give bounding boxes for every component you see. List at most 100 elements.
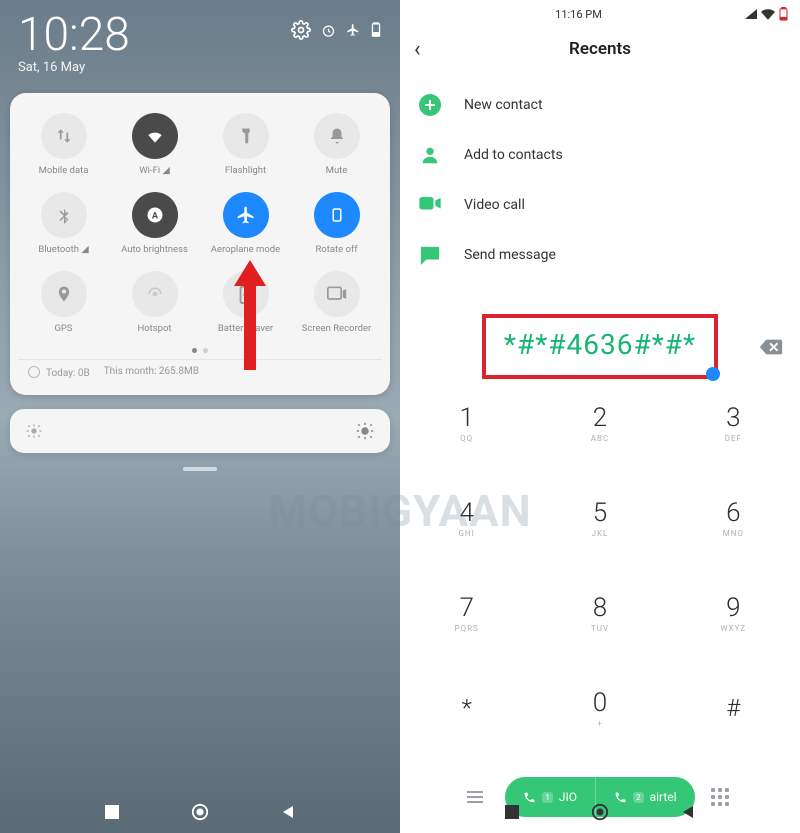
key-*[interactable]: *: [400, 674, 533, 742]
contact-options: New contact Add to contacts Video call S…: [400, 74, 800, 286]
nav-back-icon[interactable]: [681, 805, 695, 819]
key-8[interactable]: 8 TUV: [533, 579, 666, 647]
qs-tile-rotate[interactable]: Rotate off: [291, 186, 382, 261]
brightness-slider[interactable]: [10, 409, 390, 453]
status-time: 11:16 PM: [555, 8, 602, 21]
key-9[interactable]: 9 WXYZ: [667, 579, 800, 647]
qs-label: Auto brightness: [121, 244, 188, 255]
cursor-handle[interactable]: [706, 367, 720, 381]
key-digit: *: [462, 694, 472, 722]
nav-home-icon[interactable]: [191, 803, 209, 821]
key-2[interactable]: 2 ABC: [533, 389, 666, 457]
key-letters: TUV: [591, 624, 609, 633]
qs-tile-gps[interactable]: GPS: [18, 265, 109, 340]
person-icon: [418, 143, 442, 167]
qs-tile-hotspot[interactable]: Hotspot: [109, 265, 200, 340]
data-today: Today: 0B: [28, 366, 90, 379]
status-bar-right: 11:16 PM: [400, 0, 800, 24]
key-5[interactable]: 5 JKL: [533, 484, 666, 552]
bluetooth-icon: [41, 192, 87, 238]
status-icons: [291, 20, 382, 40]
page-indicator: [18, 348, 382, 353]
nav-home-icon[interactable]: [591, 803, 609, 821]
svg-text:A: A: [151, 211, 158, 221]
drag-handle[interactable]: [183, 467, 217, 471]
key-3[interactable]: 3 DEF: [667, 389, 800, 457]
qs-label: Wi-Fi ◢: [139, 165, 170, 176]
airplane-icon: [223, 192, 269, 238]
flashlight-icon: [223, 113, 269, 159]
key-digit: 1: [459, 403, 473, 433]
phone-right-dialer: 11:16 PM ‹ Recents New contact Add to co…: [400, 0, 800, 833]
key-4[interactable]: 4 GHI: [400, 484, 533, 552]
qs-label: Rotate off: [315, 244, 357, 255]
key-#[interactable]: #: [667, 674, 800, 742]
qs-tile-bluetooth[interactable]: Bluetooth ◢: [18, 186, 109, 261]
qs-tile-flashlight[interactable]: Flashlight: [200, 107, 291, 182]
key-digit: 2: [593, 403, 607, 433]
key-digit: 4: [459, 498, 473, 528]
rotate-icon: [314, 192, 360, 238]
qs-tile-data-swap[interactable]: Mobile data: [18, 107, 109, 182]
data-swap-icon: [41, 113, 87, 159]
annotation-highlight-box: *#*#4636#*#*: [482, 314, 718, 379]
qs-tile-airplane[interactable]: Aeroplane mode: [200, 186, 291, 261]
key-digit: 3: [726, 403, 740, 433]
key-letters: MNO: [723, 529, 744, 538]
qs-label: Screen Recorder: [302, 323, 371, 334]
wifi-icon: [132, 113, 178, 159]
nav-bar-left: [0, 791, 400, 833]
option-label: New contact: [464, 97, 543, 113]
key-6[interactable]: 6 MNO: [667, 484, 800, 552]
qs-tile-screen-record[interactable]: Screen Recorder: [291, 265, 382, 340]
gear-icon[interactable]: [291, 20, 311, 40]
option-label: Send message: [464, 247, 556, 263]
nav-back-icon[interactable]: [281, 805, 295, 819]
nav-recent-icon[interactable]: [505, 805, 519, 819]
key-7[interactable]: 7 PQRS: [400, 579, 533, 647]
option-plus-circle[interactable]: New contact: [400, 80, 800, 130]
key-0[interactable]: 0 +: [533, 674, 666, 742]
brightness-low-icon: [26, 423, 42, 439]
battery-saver-icon: [223, 271, 269, 317]
qs-tile-bell[interactable]: Mute: [291, 107, 382, 182]
qs-label: Aeroplane mode: [211, 244, 280, 255]
qs-label: Hotspot: [137, 323, 171, 334]
key-letters: WXYZ: [720, 624, 746, 633]
nav-bar-right: [400, 791, 800, 833]
data-month: This month: 265.8MB: [104, 366, 199, 379]
key-1[interactable]: 1 QQ: [400, 389, 533, 457]
option-message[interactable]: Send message: [400, 230, 800, 280]
data-usage-row[interactable]: Today: 0B This month: 265.8MB: [18, 359, 382, 385]
screen-record-icon: [314, 271, 360, 317]
qs-tile-wifi[interactable]: Wi-Fi ◢: [109, 107, 200, 182]
key-digit: #: [726, 694, 740, 722]
option-video[interactable]: Video call: [400, 180, 800, 230]
key-letters: +: [597, 719, 603, 728]
qs-label: Mute: [326, 165, 348, 176]
nav-recent-icon[interactable]: [105, 805, 119, 819]
dial-display: *#*#4636#*#*: [418, 314, 782, 379]
battery-low-icon: [779, 7, 788, 21]
phone-left-lockscreen: 10:28 Sat, 16 May Mobile data Wi-Fi ◢ Fl…: [0, 0, 400, 833]
auto-bright-icon: A: [132, 192, 178, 238]
dialed-number: *#*#4636#*#*: [504, 328, 696, 361]
back-button[interactable]: ‹: [414, 37, 421, 62]
key-letters: GHI: [458, 529, 474, 538]
header-title: Recents: [569, 39, 631, 59]
signal-icon: [745, 9, 757, 19]
battery-icon: [370, 22, 382, 38]
video-icon: [418, 193, 442, 217]
message-icon: [418, 243, 442, 267]
qs-tile-battery-saver[interactable]: Battery saver: [200, 265, 291, 340]
brightness-high-icon: [356, 422, 374, 440]
qs-tile-auto-bright[interactable]: A Auto brightness: [109, 186, 200, 261]
option-person[interactable]: Add to contacts: [400, 130, 800, 180]
key-digit: 5: [593, 498, 607, 528]
clock-date: Sat, 16 May: [18, 60, 130, 75]
option-label: Add to contacts: [464, 147, 563, 163]
clock-time: 10:28: [18, 12, 130, 58]
backspace-button[interactable]: [758, 337, 784, 357]
key-digit: 6: [726, 498, 740, 528]
key-digit: 0: [593, 688, 607, 718]
